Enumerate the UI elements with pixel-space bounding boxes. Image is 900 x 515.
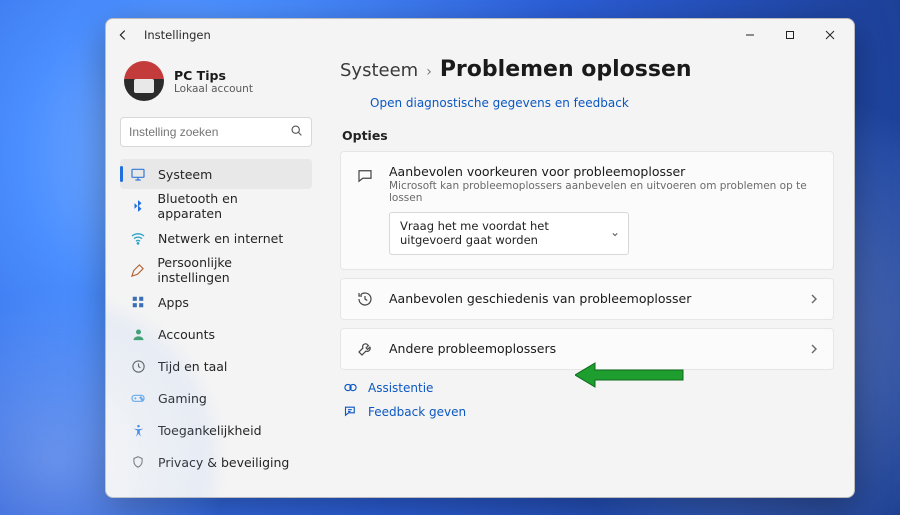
sidebar-item-personalize[interactable]: Persoonlijke instellingen [120,255,312,285]
profile-block[interactable]: PC Tips Lokaal account [120,57,312,113]
search-input[interactable] [129,125,290,139]
preferences-dropdown[interactable]: Vraag het me voordat het uitgevoerd gaat… [389,212,629,255]
feedback-link[interactable]: Feedback geven [342,404,834,420]
chat-icon [355,166,375,186]
minimize-button[interactable] [730,21,770,49]
sidebar-item-label: Systeem [158,167,212,182]
card-subtitle: Microsoft kan probleemoplossers aanbevel… [389,180,819,204]
wifi-icon [130,230,146,246]
gaming-icon [130,390,146,406]
sidebar-item-gaming[interactable]: Gaming [120,383,312,413]
feedback-icon [342,404,358,420]
window-title: Instellingen [144,28,211,42]
breadcrumb-parent[interactable]: Systeem [340,60,418,81]
back-button[interactable] [116,28,130,42]
sidebar-item-label: Bluetooth en apparaten [158,191,302,221]
sidebar-item-label: Netwerk en internet [158,231,283,246]
chevron-right-icon: › [426,64,432,80]
sidebar-item-label: Privacy & beveiliging [158,455,289,470]
profile-subtitle: Lokaal account [174,83,253,95]
search-box[interactable] [120,117,312,147]
card-recommended-history[interactable]: Aanbevolen geschiedenis van probleemoplo… [340,278,834,320]
accounts-icon [130,326,146,342]
breadcrumb: Systeem › Problemen oplossen [340,57,834,82]
sidebar-item-apps[interactable]: Apps [120,287,312,317]
sidebar-item-privacy[interactable]: Privacy & beveiliging [120,447,312,477]
help-link-label: Assistentie [368,381,433,395]
dropdown-selected: Vraag het me voordat het uitgevoerd gaat… [400,219,549,247]
window-controls [730,21,850,49]
page-title: Problemen oplossen [440,57,692,82]
titlebar: Instellingen [106,19,854,51]
sidebar-item-time-lang[interactable]: Tijd en taal [120,351,312,381]
sidebar-item-system[interactable]: Systeem [120,159,312,189]
sidebar-item-label: Tijd en taal [158,359,227,374]
sidebar-item-wifi[interactable]: Netwerk en internet [120,223,312,253]
sidebar-item-label: Accounts [158,327,215,342]
card-other-troubleshooters[interactable]: Andere probleemoplossers [340,328,834,370]
apps-icon [130,294,146,310]
sidebar-item-accessibility[interactable]: Toegankelijkheid [120,415,312,445]
diagnostic-feedback-link[interactable]: Open diagnostische gegevens en feedback [370,96,629,110]
sidebar-item-bluetooth[interactable]: Bluetooth en apparaten [120,191,312,221]
card-title: Aanbevolen geschiedenis van probleemoplo… [389,291,795,306]
history-icon [355,289,375,309]
wrench-icon [355,339,375,359]
sidebar-item-label: Apps [158,295,189,310]
settings-window: Instellingen PC Tips Lokaal account [105,18,855,498]
main-content: Systeem › Problemen oplossen Open diagno… [322,51,854,497]
accessibility-icon [130,422,146,438]
sidebar-item-label: Gaming [158,391,207,406]
sidebar-item-label: Persoonlijke instellingen [157,255,302,285]
close-button[interactable] [810,21,850,49]
avatar [124,61,164,101]
help-icon [342,380,358,396]
card-title: Andere probleemoplossers [389,341,795,356]
nav-list: Systeem Bluetooth en apparaten Netwerk en … [120,159,312,477]
card-recommended-preferences: Aanbevolen voorkeuren voor probleemoplos… [340,151,834,270]
help-link[interactable]: Assistentie [342,380,834,396]
profile-name: PC Tips [174,68,253,83]
sidebar-item-accounts[interactable]: Accounts [120,319,312,349]
personalize-icon [130,262,145,278]
bluetooth-icon [130,198,146,214]
search-icon [290,124,303,140]
card-title: Aanbevolen voorkeuren voor probleemoplos… [389,164,819,179]
footer-links: Assistentie Feedback geven [342,380,834,420]
system-icon [130,166,146,182]
privacy-icon [130,454,146,470]
chevron-right-icon [809,289,819,308]
feedback-link-label: Feedback geven [368,405,466,419]
sidebar: PC Tips Lokaal account Systeem Bluetooth … [106,51,322,497]
chevron-right-icon [809,339,819,358]
time-lang-icon [130,358,146,374]
maximize-button[interactable] [770,21,810,49]
sidebar-item-label: Toegankelijkheid [158,423,262,438]
section-label-options: Opties [342,128,834,143]
